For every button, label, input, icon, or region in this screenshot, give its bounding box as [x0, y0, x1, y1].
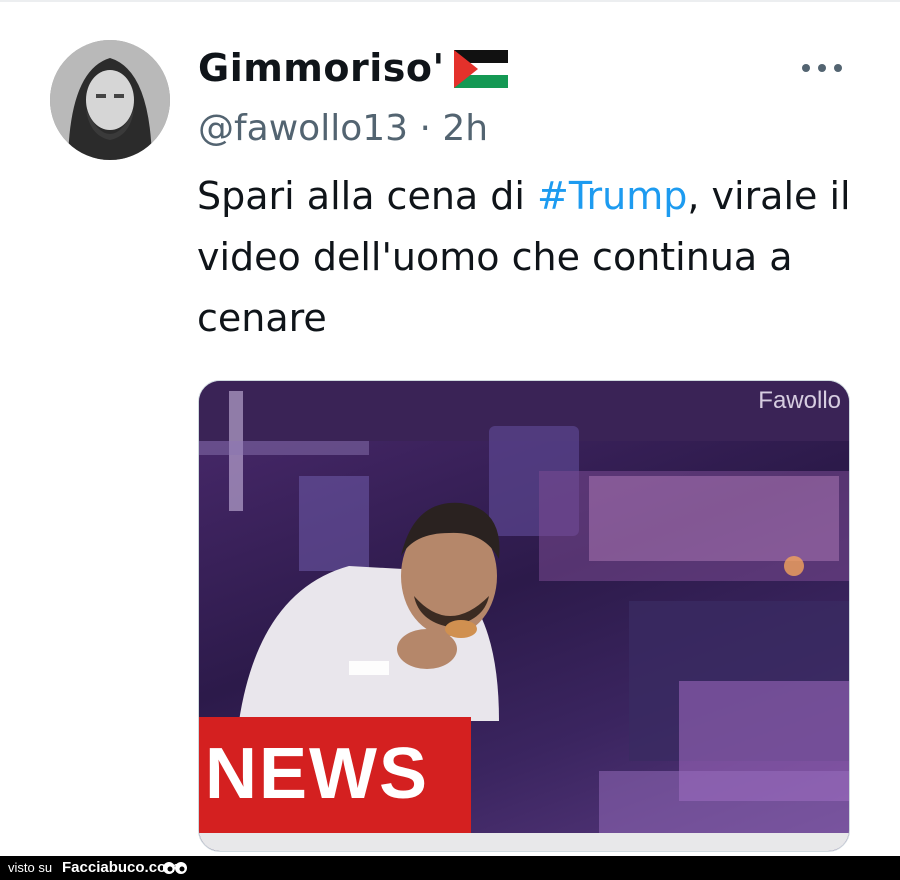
- avatar[interactable]: [50, 40, 170, 160]
- tweet-media[interactable]: Fawollo NEWS: [198, 380, 850, 852]
- top-divider: [0, 0, 900, 2]
- media-watermark: Fawollo: [758, 387, 841, 414]
- footer-prefix: visto su: [8, 860, 53, 875]
- news-banner-text: NEWS: [205, 734, 429, 814]
- hashtag-link[interactable]: #Trump: [537, 174, 687, 218]
- tweet-text-start: Spari alla cena di: [197, 174, 538, 218]
- tweet-text: Spari alla cena di #Trump, virale il vid…: [197, 166, 877, 349]
- avatar-portrait: [50, 40, 170, 160]
- author-handle[interactable]: @fawollo13: [198, 108, 408, 149]
- eyes-logo-icon: [163, 862, 187, 874]
- post-time[interactable]: 2h: [442, 108, 488, 149]
- handle-line: @fawollo13 · 2h: [198, 108, 488, 149]
- more-options-icon[interactable]: [798, 54, 846, 82]
- author-name[interactable]: Gimmoriso': [198, 46, 445, 90]
- palestine-flag-icon: [454, 50, 508, 88]
- news-lower-strip: [199, 833, 849, 851]
- separator-dot: ·: [419, 108, 431, 149]
- footer-bar: visto su Facciabuco.com: [0, 856, 900, 880]
